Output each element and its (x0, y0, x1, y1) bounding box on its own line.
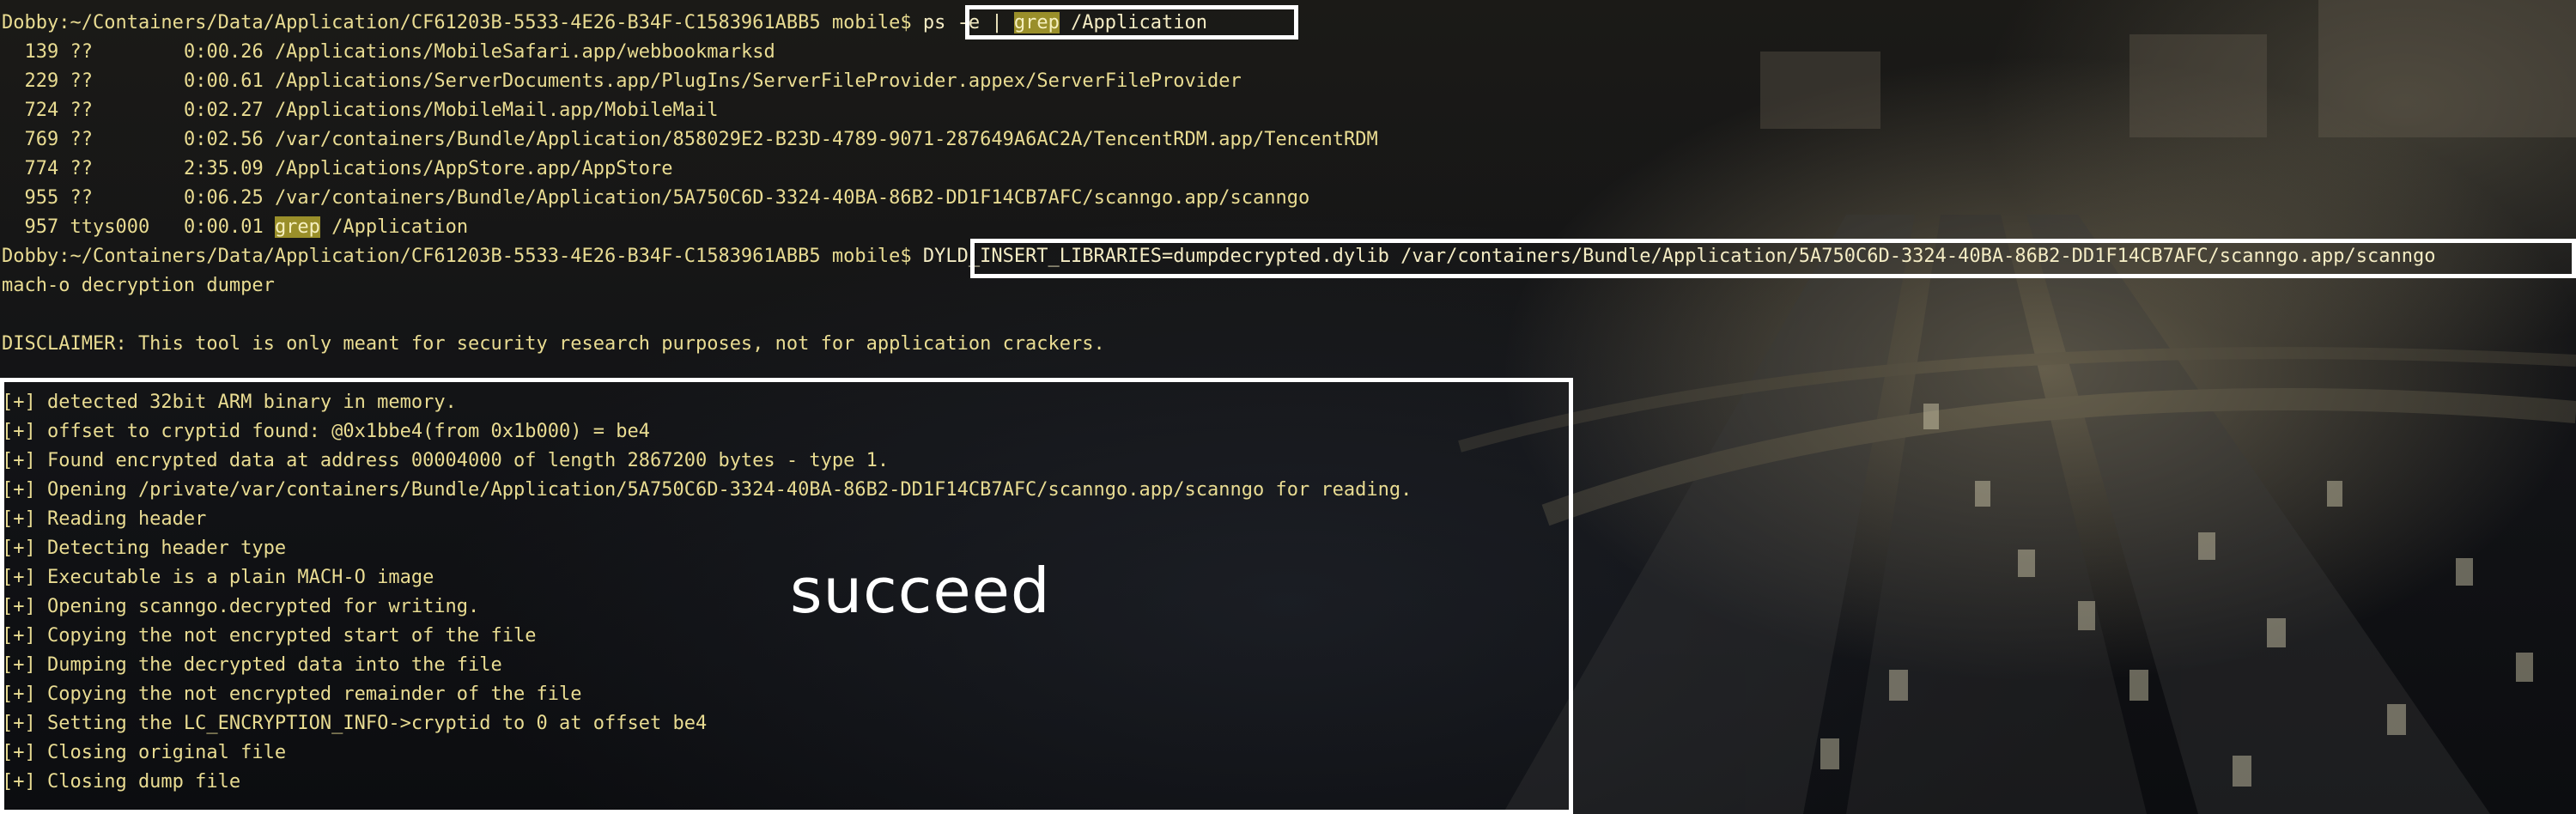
succeed-annotation: succeed (790, 555, 1051, 627)
log-line: [+] Reading header (2, 508, 207, 530)
process-row: 229 ?? 0:00.61 /Applications/ServerDocum… (24, 70, 1242, 92)
command-line-2: Dobby:~/Containers/Data/Application/CF61… (2, 244, 2435, 270)
log-line: [+] Executable is a plain MACH-O image (2, 567, 434, 588)
shell-prompt: Dobby:~/Containers/Data/Application/CF61… (2, 12, 912, 33)
disclaimer-line: DISCLAIMER: This tool is only meant for … (2, 333, 1105, 355)
process-row: 774 ?? 2:35.09 /Applications/AppStore.ap… (24, 158, 673, 179)
process-row-grep: 957 ttys000 0:00.01 grep /Application (24, 216, 469, 238)
process-row: 139 ?? 0:00.26 /Applications/MobileSafar… (24, 41, 775, 63)
process-row: 769 ?? 0:02.56 /var/containers/Bundle/Ap… (24, 129, 1378, 150)
log-line: [+] Dumping the decrypted data into the … (2, 654, 502, 676)
terminal-output[interactable]: Dobby:~/Containers/Data/Application/CF61… (0, 0, 2576, 814)
log-line: [+] Found encrypted data at address 0000… (2, 450, 890, 471)
command-ps-grep: ps -e | grep /Application (922, 12, 1207, 33)
log-line: [+] Closing original file (2, 742, 287, 763)
command-dyld-insert: DYLD_INSERT_LIBRARIES=dumpdecrypted.dyli… (922, 246, 2436, 267)
process-row: 724 ?? 0:02.27 /Applications/MobileMail.… (24, 100, 719, 121)
log-line: [+] detected 32bit ARM binary in memory. (2, 392, 457, 413)
shell-prompt: Dobby:~/Containers/Data/Application/CF61… (2, 246, 912, 267)
output-header: mach-o decryption dumper (2, 275, 275, 296)
log-line: [+] Opening /private/var/containers/Bund… (2, 479, 1413, 501)
log-line: [+] Copying the not encrypted start of t… (2, 625, 537, 647)
log-line: [+] Opening scanngo.decrypted for writin… (2, 596, 480, 617)
log-line: [+] Closing dump file (2, 771, 241, 793)
log-line: [+] offset to cryptid found: @0x1bbe4(fr… (2, 421, 650, 442)
terminal-window[interactable]: Dobby:~/Containers/Data/Application/CF61… (0, 0, 2576, 814)
grep-highlight: grep (1013, 12, 1060, 33)
grep-highlight: grep (274, 216, 320, 238)
command-line-1: Dobby:~/Containers/Data/Application/CF61… (2, 10, 1207, 36)
log-line: [+] Detecting header type (2, 538, 287, 559)
log-line: [+] Setting the LC_ENCRYPTION_INFO->cryp… (2, 713, 708, 734)
log-line: [+] Copying the not encrypted remainder … (2, 683, 582, 705)
process-row: 955 ?? 0:06.25 /var/containers/Bundle/Ap… (24, 187, 1310, 209)
